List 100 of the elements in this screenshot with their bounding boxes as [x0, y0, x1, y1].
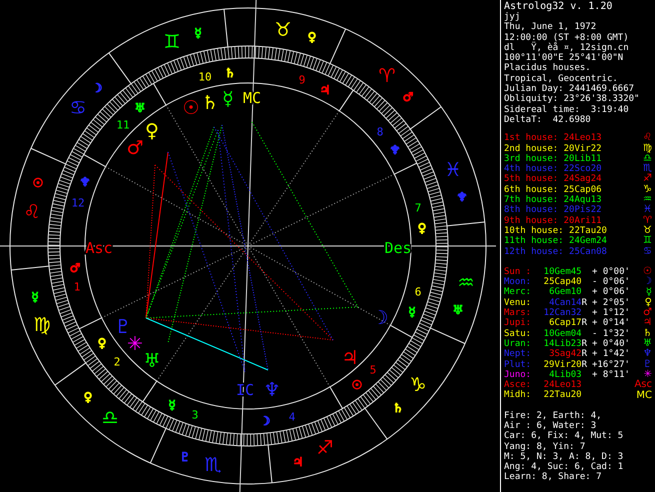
- summary-line: Learn: 8, Share: 7: [504, 472, 603, 483]
- planet-name: Moon:: [504, 277, 532, 288]
- sign-glyph: ♉: [643, 226, 652, 236]
- house-cusp-text: 8th house: 20Pis22: [504, 205, 602, 216]
- planet-glyph: ♇: [643, 360, 652, 370]
- ruler-glyph: ♄: [224, 66, 236, 80]
- zodiac-sign-glyph: ♑: [409, 374, 427, 396]
- house-cusp-text: 9th house: 20Ari11: [504, 216, 602, 226]
- planet-name: Uran:: [504, 338, 532, 350]
- planet-motion: + 1°42': [592, 349, 630, 360]
- house-number: 4: [288, 410, 296, 424]
- house-number: 9: [298, 74, 306, 86]
- house-cusp-text: 5th house: 24Sag24: [504, 174, 602, 185]
- planet-position: 3Sag42: [549, 349, 582, 360]
- planet-glyph: ♃: [341, 347, 359, 369]
- retrograde-mark: R: [582, 360, 587, 370]
- zodiac-sign-glyph: ♏: [204, 454, 222, 476]
- house-number: 7: [414, 202, 422, 214]
- planet-glyph: ✳: [644, 370, 652, 380]
- planet-position: 10Gem04: [544, 328, 582, 339]
- sign-glyph: ♏: [643, 164, 652, 174]
- planet-name: Venu:: [504, 298, 532, 308]
- planet-glyph: ♃: [643, 318, 652, 328]
- info-line: Julian Day: 2441469.6667: [504, 84, 634, 94]
- info-line: Sidereal time: 3:19:40: [504, 104, 630, 115]
- house-number: 11: [116, 118, 130, 132]
- planet-glyph: Asc: [634, 380, 652, 390]
- house-number: 6: [414, 286, 422, 298]
- planet-motion: + 0°14': [592, 318, 630, 329]
- house-cusp-text: 3rd house: 20Lib11: [504, 154, 602, 164]
- house-cusp-text: 10th house: 22Tau20: [504, 226, 607, 236]
- planet-position: 22Tau20: [544, 390, 582, 401]
- planet-glyph: ♀: [145, 120, 159, 142]
- planet-glyph: ♆: [263, 379, 281, 401]
- ruler-glyph: ♅: [134, 101, 146, 115]
- planet-glyph: ♅: [143, 350, 161, 372]
- planet-motion: +16°27': [592, 360, 630, 370]
- house-number: 12: [71, 196, 85, 210]
- zodiac-sign-glyph: ♈: [378, 65, 396, 87]
- planet-name: Juno:: [504, 370, 532, 380]
- summary-line: Ang: 4, Suc: 6, Cad: 1: [504, 462, 624, 472]
- planet-glyph: ♀: [644, 298, 652, 308]
- planet-name: Asce:: [504, 380, 532, 390]
- planet-glyph: ♄: [643, 328, 652, 339]
- sign-glyph: ♑: [643, 184, 652, 196]
- planet-position: 10Gem45: [544, 266, 582, 277]
- planet-glyph: ☿: [222, 88, 234, 110]
- sign-glyph: ♈: [643, 216, 652, 226]
- zodiac-sign-glyph: ♓: [444, 159, 462, 181]
- retrograde-mark: R: [582, 349, 587, 360]
- summary-line: Yang: 8, Yin: 7: [504, 442, 586, 452]
- retrograde-mark: R: [582, 298, 587, 308]
- planet-glyph: ♂: [643, 308, 652, 318]
- planet-name: Mars:: [504, 308, 532, 318]
- info-line: Placidus houses.: [504, 63, 592, 74]
- planet-position: 24Leo13: [544, 380, 582, 390]
- zodiac-sign-glyph: ♌: [23, 201, 41, 223]
- ruler-glyph: ♆: [456, 190, 468, 204]
- info-line: jyj: [504, 12, 522, 22]
- house-cusp-text: 2nd house: 20Vir22: [504, 144, 602, 154]
- summary-line: Fire: 2, Earth: 4,: [504, 410, 603, 421]
- planet-motion: - 1°32': [592, 328, 630, 339]
- planet-motion: + 0°06': [592, 287, 630, 298]
- ruler-glyph: ♀: [98, 336, 106, 350]
- ruler-glyph: ♆: [390, 143, 400, 157]
- sign-glyph: ♓: [643, 205, 652, 216]
- ruler-glyph: ☿: [31, 290, 39, 304]
- sign-glyph: ♌: [643, 133, 652, 144]
- planet-motion: + 0°40': [592, 338, 630, 349]
- zodiac-sign-glyph: ♎: [101, 407, 119, 429]
- planet-motion: - 0°06': [592, 277, 630, 288]
- ruler-glyph: ☿: [194, 26, 202, 40]
- info-line: Thu, June 1, 1972: [504, 22, 598, 33]
- house-number: 2: [114, 356, 120, 368]
- info-line: 100°11'00"E 25°41'00"N: [504, 53, 624, 64]
- planet-motion: + 8°11': [592, 370, 630, 380]
- planet-position: 4Can14: [549, 298, 582, 308]
- planet-position: 14Lib23: [544, 338, 582, 349]
- planet-glyph: ♆: [643, 349, 652, 360]
- planet-position: 6Gem10: [549, 287, 582, 298]
- house-number: 10: [198, 70, 212, 84]
- sign-glyph: ♒: [643, 195, 652, 206]
- ruler-glyph: ♆: [80, 175, 90, 189]
- info-line: DeltaT: 42.6980: [504, 114, 592, 126]
- house-number: 8: [376, 126, 384, 138]
- planet-glyph: ♄: [201, 92, 219, 114]
- planet-name: Satu:: [504, 328, 532, 339]
- planet-name: Plut:: [504, 360, 532, 370]
- planet-name: Jupi:: [504, 318, 532, 329]
- planet-name: Nept:: [504, 349, 532, 360]
- sign-glyph: ♐: [643, 174, 652, 184]
- planet-position: 6Cap17: [549, 318, 582, 329]
- app-title: Astrolog32 v. 1.20: [504, 1, 614, 12]
- ruler-glyph: ☿: [168, 398, 176, 412]
- ruler-glyph: ☽: [92, 81, 102, 95]
- house-cusp-text: 12th house: 25Can08: [504, 246, 607, 257]
- ruler-glyph: ☿: [408, 305, 416, 319]
- ruler-glyph: ♀: [308, 30, 316, 44]
- ruler-glyph: ♇: [180, 450, 190, 464]
- retrograde-mark: R: [582, 338, 587, 350]
